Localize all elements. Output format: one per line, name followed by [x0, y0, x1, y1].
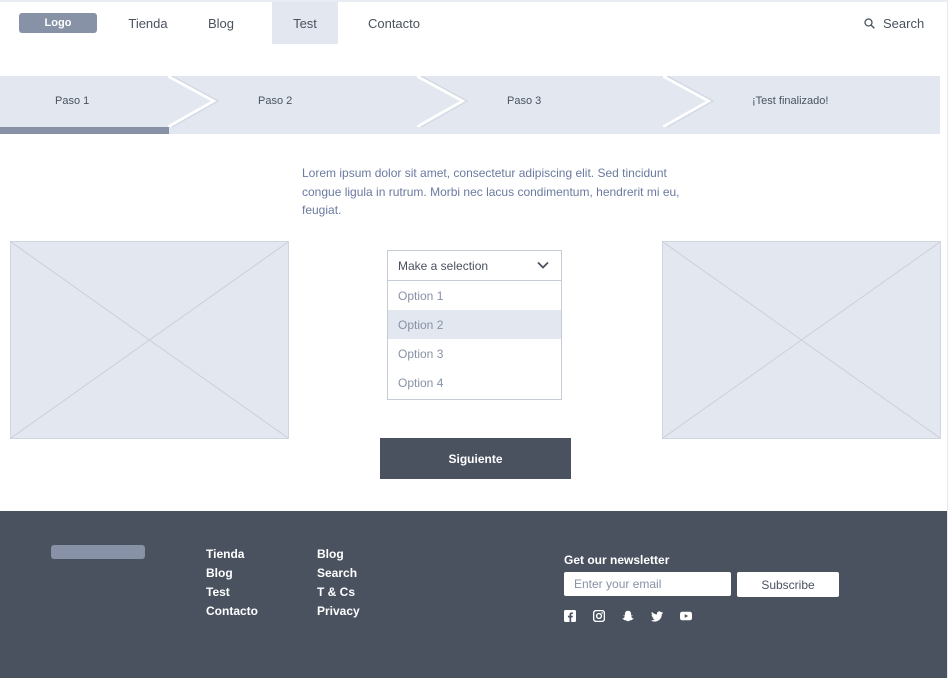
- nav-item-test[interactable]: Test: [272, 2, 338, 44]
- footer-logo[interactable]: [51, 545, 145, 559]
- step-4[interactable]: ¡Test finalizado!: [752, 76, 828, 126]
- newsletter-title: Get our newsletter: [564, 553, 670, 567]
- youtube-icon[interactable]: [680, 610, 692, 622]
- footer: Tienda Blog Test Contacto Blog Search T …: [0, 511, 947, 678]
- progress-fill: [0, 127, 170, 134]
- intro-text: Lorem ipsum dolor sit amet, consectetur …: [302, 166, 680, 217]
- subscribe-button[interactable]: Subscribe: [737, 572, 839, 597]
- footer-column-1: Tienda Blog Test Contacto: [206, 545, 258, 621]
- step-separator-1: [168, 76, 220, 127]
- step-separator-3: [663, 76, 715, 127]
- logo[interactable]: Logo: [19, 13, 97, 33]
- snapchat-icon[interactable]: [622, 610, 634, 622]
- dropdown-option[interactable]: Option 4: [388, 368, 561, 397]
- dropdown-placeholder: Make a selection: [398, 258, 489, 273]
- footer-link-blog[interactable]: Blog: [206, 564, 258, 583]
- step-1[interactable]: Paso 1: [55, 76, 89, 126]
- nav-item-contacto[interactable]: Contacto: [360, 2, 428, 44]
- footer-link-contacto[interactable]: Contacto: [206, 602, 258, 621]
- selection-dropdown[interactable]: Make a selection: [387, 250, 562, 281]
- search-icon: [864, 17, 875, 29]
- chevron-down-icon: [537, 261, 549, 269]
- footer-column-2: Blog Search T & Cs Privacy: [317, 545, 360, 621]
- image-placeholder-right: [662, 241, 941, 439]
- nav-item-tienda[interactable]: Tienda: [120, 2, 176, 44]
- dropdown-option[interactable]: Option 1: [388, 281, 561, 310]
- footer-link-blog[interactable]: Blog: [317, 545, 360, 564]
- nav-item-blog[interactable]: Blog: [198, 2, 244, 44]
- top-nav: Logo Tienda Blog Test Contacto Search: [0, 2, 952, 44]
- step-progress-bar: Paso 1 Paso 2 Paso 3 ¡Test finalizado!: [0, 76, 940, 134]
- newsletter-email-input[interactable]: [564, 572, 731, 596]
- next-button[interactable]: Siguiente: [380, 438, 571, 479]
- footer-link-search[interactable]: Search: [317, 564, 360, 583]
- dropdown-option-highlighted[interactable]: Option 2: [388, 310, 561, 339]
- social-links: [564, 610, 692, 622]
- dropdown-options: Option 1 Option 2 Option 3 Option 4: [387, 281, 562, 400]
- instagram-icon[interactable]: [593, 610, 605, 622]
- footer-link-tienda[interactable]: Tienda: [206, 545, 258, 564]
- search-button[interactable]: Search: [864, 2, 924, 44]
- step-2[interactable]: Paso 2: [258, 76, 292, 126]
- footer-link-test[interactable]: Test: [206, 583, 258, 602]
- search-label: Search: [883, 15, 925, 31]
- placeholder-cross-icon: [663, 242, 940, 438]
- window-edge: [947, 0, 952, 678]
- facebook-icon[interactable]: [564, 610, 576, 622]
- twitter-icon[interactable]: [651, 610, 663, 622]
- image-placeholder-left: [10, 241, 289, 439]
- step-3[interactable]: Paso 3: [507, 76, 541, 126]
- placeholder-cross-icon: [11, 242, 288, 438]
- dropdown-option[interactable]: Option 3: [388, 339, 561, 368]
- footer-link-terms[interactable]: T & Cs: [317, 583, 360, 602]
- progress-track: [0, 127, 940, 134]
- footer-link-privacy[interactable]: Privacy: [317, 602, 360, 621]
- step-separator-2: [417, 76, 469, 127]
